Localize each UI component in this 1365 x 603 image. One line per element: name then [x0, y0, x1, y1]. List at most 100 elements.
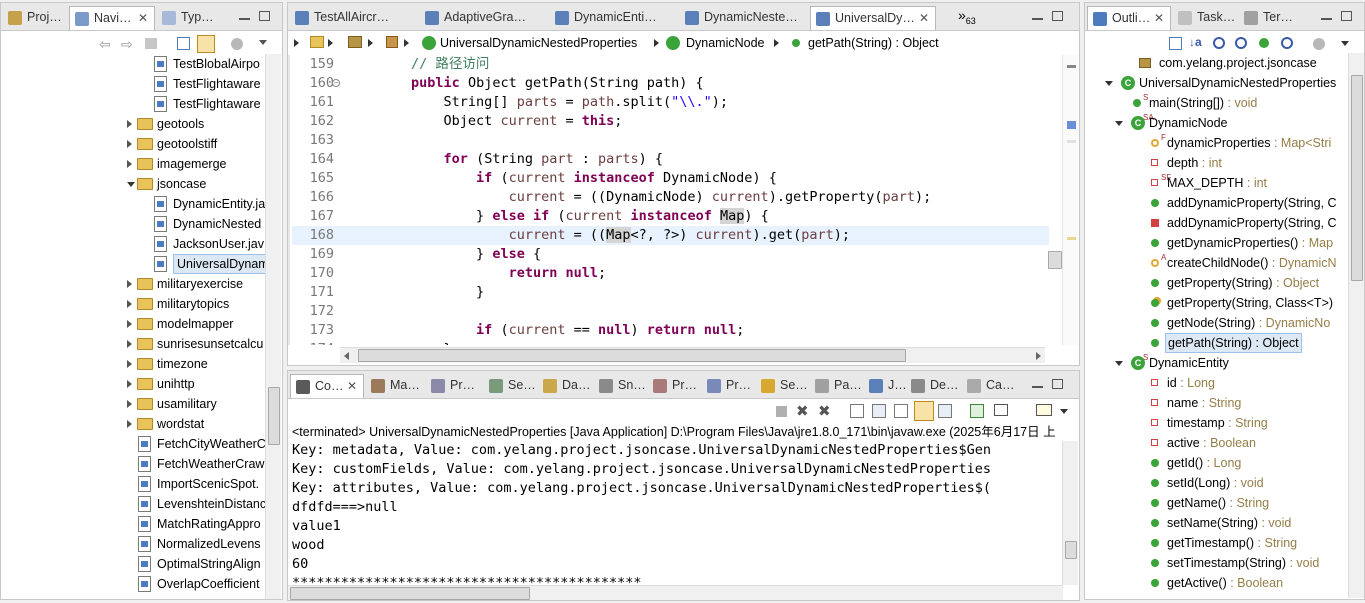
- breadcrumb-inner-class[interactable]: DynamicNode: [686, 32, 765, 54]
- outline-item[interactable]: setTimestamp(String) : void: [1085, 553, 1347, 573]
- tree-file-item[interactable]: UniversalDynam: [1, 254, 265, 274]
- code-line[interactable]: 170 return null;: [292, 264, 1049, 283]
- console-vscrollbar[interactable]: [1062, 441, 1078, 585]
- tree-file-item[interactable]: JacksonUser.jav: [1, 234, 265, 254]
- outline-item[interactable]: name : String: [1085, 393, 1347, 413]
- left-pane-tab-1[interactable]: Navi… ✕: [69, 6, 155, 30]
- console-minimize-button[interactable]: [1032, 385, 1043, 388]
- hide-nonpublic-icon[interactable]: [1259, 38, 1269, 48]
- collapsed-twisty-icon[interactable]: [127, 300, 132, 308]
- pin-console-icon[interactable]: [970, 404, 984, 418]
- ruler-marker[interactable]: [1067, 121, 1076, 129]
- console-tab-2[interactable]: Pr…: [426, 374, 482, 398]
- collapsed-twisty-icon[interactable]: [127, 280, 132, 288]
- outline-item[interactable]: id : Long: [1085, 373, 1347, 393]
- hide-static-icon[interactable]: [1235, 37, 1247, 49]
- code-line[interactable]: 169 } else {: [292, 245, 1049, 264]
- tree-folder-item[interactable]: jsoncase: [1, 174, 265, 194]
- tree-folder-item[interactable]: geotoolstiff: [1, 134, 265, 154]
- outline-item[interactable]: getActive() : Boolean: [1085, 573, 1347, 593]
- collapsed-twisty-icon[interactable]: [127, 380, 132, 388]
- ruler-marker[interactable]: [1067, 65, 1076, 68]
- back-arrow-icon[interactable]: ⇦: [99, 36, 115, 52]
- collapsed-twisty-icon[interactable]: [127, 160, 132, 168]
- console-vscroll-thumb[interactable]: [1065, 541, 1077, 559]
- show-on-output-icon[interactable]: [914, 401, 934, 421]
- console-tab-12[interactable]: Ca…: [962, 374, 1016, 398]
- tree-folder-item[interactable]: wordstat: [1, 414, 265, 434]
- editor-vscroll-thumb[interactable]: [1048, 251, 1062, 269]
- code-editor[interactable]: 159 // 路径访问 160− public Object getPath(St…: [292, 55, 1049, 345]
- outline-vscroll-thumb[interactable]: [1351, 75, 1363, 281]
- editor-tab-0[interactable]: TestAllAircr…: [290, 6, 418, 30]
- tree-folder-item[interactable]: imagemerge: [1, 154, 265, 174]
- console-tab-5[interactable]: Sn…: [594, 374, 646, 398]
- console-tab-4[interactable]: Da…: [538, 374, 592, 398]
- breadcrumb-method-icon[interactable]: [792, 39, 800, 47]
- collapse-all-icon[interactable]: [177, 37, 190, 50]
- tree-file-item[interactable]: NormalizedLevens: [1, 534, 265, 554]
- close-tab-icon[interactable]: ✕: [1154, 11, 1164, 25]
- tree-folder-item[interactable]: militaryexercise: [1, 274, 265, 294]
- console-tab-7[interactable]: Pr…: [702, 374, 754, 398]
- tree-file-item[interactable]: FetchCityWeatherC: [1, 434, 265, 454]
- close-tab-icon[interactable]: ✕: [138, 11, 148, 25]
- close-tab-icon[interactable]: ✕: [347, 379, 357, 393]
- outline-tab-1[interactable]: Task…: [1173, 6, 1237, 30]
- outline-item[interactable]: addDynamicProperty(String, C: [1085, 213, 1347, 233]
- breadcrumb-inner-class-icon[interactable]: [666, 36, 680, 50]
- console-hscrollbar[interactable]: [288, 585, 1063, 600]
- tree-file-item[interactable]: DynamicNested: [1, 214, 265, 234]
- outline-item[interactable]: getId() : Long: [1085, 453, 1347, 473]
- code-line[interactable]: 160− public Object getPath(String path) …: [292, 74, 1049, 93]
- code-line[interactable]: 167 } else if (current instanceof Map) {: [292, 207, 1049, 226]
- outline-item[interactable]: setName(String) : void: [1085, 513, 1347, 533]
- tree-folder-item[interactable]: militarytopics: [1, 294, 265, 314]
- console-tab-0[interactable]: Co… ✕: [290, 374, 364, 398]
- hide-fields-icon[interactable]: [1213, 37, 1225, 49]
- code-line[interactable]: 164 for (String part : parts) {: [292, 150, 1049, 169]
- outline-item[interactable]: com.yelang.project.jsoncase: [1085, 53, 1347, 73]
- expanded-twisty-icon[interactable]: [1115, 361, 1123, 366]
- close-tab-icon[interactable]: ✕: [919, 11, 929, 25]
- outline-tab-0[interactable]: Outli… ✕: [1087, 6, 1171, 30]
- code-line[interactable]: 166 current = ((DynamicNode) current).ge…: [292, 188, 1049, 207]
- outline-item[interactable]: setId(Long) : void: [1085, 473, 1347, 493]
- forward-arrow-icon[interactable]: ⇨: [121, 36, 137, 52]
- editor-maximize-button[interactable]: [1052, 11, 1063, 21]
- console-output[interactable]: Key: metadata, Value: com.yelang.project…: [288, 441, 1063, 587]
- remove-all-icon[interactable]: ✖: [818, 402, 834, 420]
- code-line[interactable]: 168 current = ((Map<?, ?>) current).get(…: [292, 226, 1049, 245]
- navigator-vscrollbar[interactable]: [265, 54, 281, 599]
- editor-tab-2[interactable]: DynamicEnti…: [550, 6, 678, 30]
- expanded-twisty-icon[interactable]: [1105, 81, 1113, 86]
- tree-file-item[interactable]: FetchWeatherCraw: [1, 454, 265, 474]
- code-line[interactable]: 174 }: [292, 340, 1049, 345]
- remove-launch-icon[interactable]: ✖: [796, 402, 812, 420]
- tree-file-item[interactable]: OptimalStringAlign: [1, 554, 265, 574]
- tree-folder-item[interactable]: sunrisesunsetcalcu: [1, 334, 265, 354]
- display-console-icon[interactable]: [994, 404, 1008, 416]
- collapsed-twisty-icon[interactable]: [127, 340, 132, 348]
- console-hscroll-thumb[interactable]: [290, 587, 530, 600]
- console-tab-10[interactable]: J…: [864, 374, 907, 398]
- collapsed-twisty-icon[interactable]: [127, 420, 132, 428]
- editor-tab-1[interactable]: AdaptiveGra…: [420, 6, 548, 30]
- terminate-icon[interactable]: [776, 406, 787, 417]
- overview-ruler[interactable]: [1062, 55, 1079, 345]
- outline-item[interactable]: C SA DynamicNode: [1085, 113, 1347, 133]
- code-line[interactable]: 162 Object current = this;: [292, 112, 1049, 131]
- editor-hscroll-thumb[interactable]: [358, 349, 906, 362]
- breadcrumb-method[interactable]: getPath(String) : Object: [808, 32, 939, 54]
- collapsed-twisty-icon[interactable]: [127, 120, 132, 128]
- code-line[interactable]: 163: [292, 131, 1049, 150]
- console-tab-3[interactable]: Se…: [484, 374, 536, 398]
- editor-minimize-button[interactable]: [1032, 17, 1043, 20]
- tree-file-item[interactable]: MatchRatingAppro: [1, 514, 265, 534]
- tree-file-item[interactable]: OverlapCoefficient: [1, 574, 265, 594]
- sort-icon[interactable]: ↓a: [1189, 35, 1205, 51]
- collapsed-twisty-icon[interactable]: [127, 320, 132, 328]
- code-line[interactable]: 173 if (current == null) return null;: [292, 321, 1049, 340]
- navigator-vscroll-thumb[interactable]: [268, 387, 280, 445]
- outline-item[interactable]: AcreateChildNode() : DynamicN: [1085, 253, 1347, 273]
